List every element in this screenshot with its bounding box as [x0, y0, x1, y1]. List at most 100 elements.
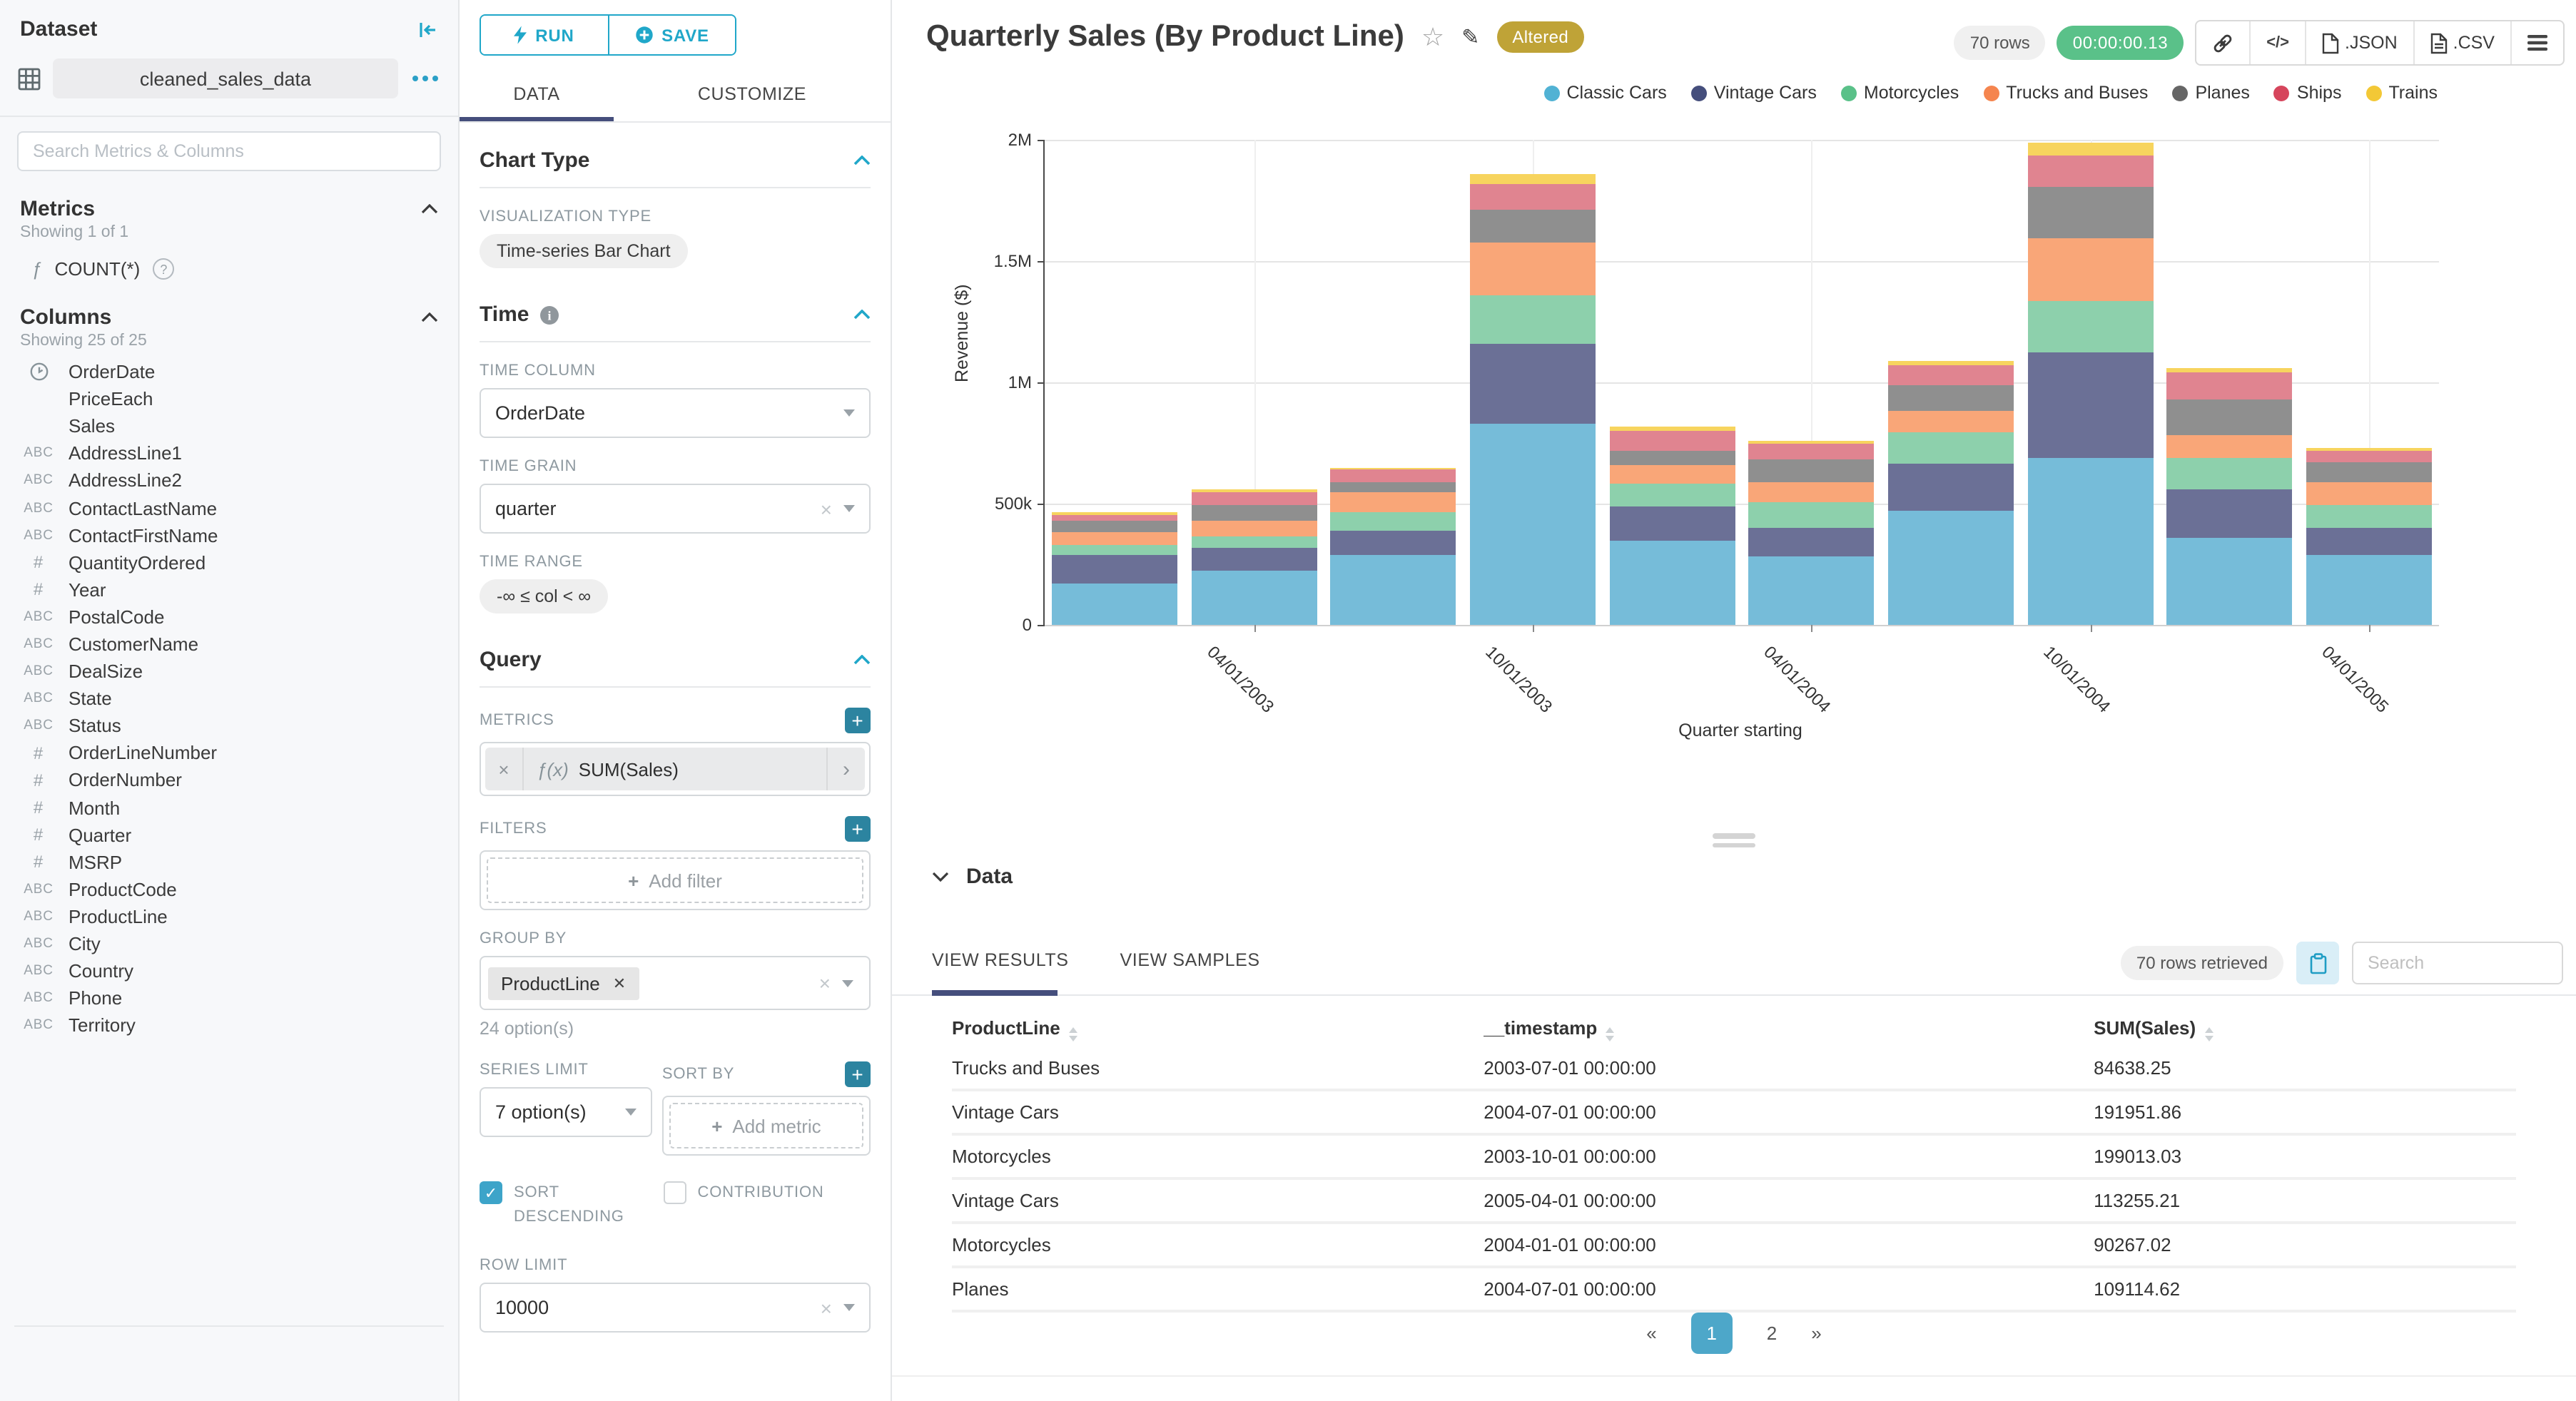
tab-view-samples[interactable]: VIEW SAMPLES	[1120, 950, 1260, 984]
column-list-item[interactable]: ABC Status	[0, 712, 458, 739]
table-row: Vintage Cars 2004-07-01 00:00:00 191951.86	[952, 1091, 2516, 1136]
viz-type-value[interactable]: Time-series Bar Chart	[480, 234, 688, 268]
dataset-name[interactable]: cleaned_sales_data	[53, 58, 398, 98]
clear-icon[interactable]: ×	[821, 497, 832, 520]
pagination-next[interactable]: »	[1811, 1323, 1821, 1344]
row-limit-select[interactable]: 10000 ×	[480, 1283, 871, 1333]
column-header[interactable]: __timestamp	[1484, 1017, 2094, 1041]
chevron-up-icon[interactable]	[421, 312, 438, 322]
chevron-up-icon[interactable]	[853, 156, 871, 165]
chart-legend: Classic Cars Vintage Cars Motorcycles Truck…	[1043, 83, 2438, 103]
column-list-item[interactable]: ABC Country	[0, 957, 458, 984]
metric-chip[interactable]: × ƒ(x) SUM(Sales) ›	[485, 748, 865, 790]
time-range-value[interactable]: -∞ ≤ col < ∞	[480, 579, 609, 613]
column-list-item[interactable]: ABC CustomerName	[0, 631, 458, 658]
column-list-item[interactable]: ABC PostalCode	[0, 603, 458, 631]
column-list-item[interactable]: # Month	[0, 794, 458, 821]
bar-segment	[2027, 301, 2154, 352]
panel-resize-handle[interactable]	[1713, 833, 1755, 847]
sort-descending-checkbox[interactable]: ✓	[480, 1181, 502, 1204]
remove-metric-icon[interactable]: ×	[485, 748, 524, 790]
legend-item[interactable]: Classic Cars	[1543, 83, 1667, 103]
chevron-up-icon[interactable]	[421, 204, 438, 214]
dataset-more-menu[interactable]	[410, 76, 441, 81]
groupby-chip[interactable]: ProductLine ✕	[488, 967, 639, 999]
legend-item[interactable]: Vintage Cars	[1690, 83, 1817, 103]
chevron-right-icon[interactable]: ›	[826, 748, 865, 790]
export-csv-button[interactable]: .CSV	[2413, 21, 2510, 64]
column-list-item[interactable]: # MSRP	[0, 848, 458, 875]
results-search-input[interactable]	[2352, 942, 2563, 984]
column-name: State	[69, 688, 112, 710]
column-list-item[interactable]: ABC State	[0, 685, 458, 712]
column-list-item[interactable]: ABC AddressLine2	[0, 467, 458, 494]
metric-list-item[interactable]: ƒ COUNT(*) ?	[0, 250, 458, 285]
pagination-page-1[interactable]: 1	[1690, 1313, 1733, 1354]
time-column-select[interactable]: OrderDate	[480, 388, 871, 438]
share-link-button[interactable]	[2196, 21, 2249, 64]
column-list-item[interactable]: ABC City	[0, 930, 458, 957]
remove-chip-icon[interactable]: ✕	[613, 974, 626, 992]
chevron-up-icon[interactable]	[853, 310, 871, 320]
add-filter-dropzone[interactable]: + Add filter	[487, 857, 863, 903]
column-list-item[interactable]: Sales	[0, 412, 458, 439]
column-list-item[interactable]: ABC AddressLine1	[0, 440, 458, 467]
tab-data[interactable]: DATA	[460, 76, 614, 121]
column-list-item[interactable]: ABC Phone	[0, 984, 458, 1012]
collapse-sidebar-icon[interactable]	[417, 19, 438, 39]
column-list-item[interactable]: PriceEach	[0, 385, 458, 412]
column-list-item[interactable]: # Year	[0, 576, 458, 603]
column-list-item[interactable]: OrderDate	[0, 358, 458, 385]
more-options-menu[interactable]	[2510, 21, 2563, 64]
chevron-up-icon[interactable]	[853, 655, 871, 665]
copy-to-clipboard-button[interactable]	[2296, 942, 2339, 984]
contribution-checkbox[interactable]	[663, 1181, 686, 1204]
column-name: Phone	[69, 987, 123, 1009]
column-list-item[interactable]: # OrderLineNumber	[0, 740, 458, 767]
numeric-type-icon: #	[33, 579, 44, 600]
chevron-down-icon[interactable]	[932, 872, 949, 882]
add-sort-metric-dropzone[interactable]: + Add metric	[669, 1103, 863, 1148]
column-name: Sales	[69, 415, 116, 437]
run-button[interactable]: RUN	[481, 16, 607, 54]
add-filter-button[interactable]: +	[845, 816, 871, 842]
column-name: Year	[69, 579, 106, 601]
save-button[interactable]: SAVE	[607, 16, 735, 54]
bar-segment	[2027, 156, 2154, 188]
bar-segment	[2027, 457, 2154, 625]
clear-icon[interactable]: ×	[819, 972, 831, 994]
column-header[interactable]: SUM(Sales)	[2094, 1017, 2516, 1041]
legend-item[interactable]: Ships	[2273, 83, 2341, 103]
edit-properties-icon[interactable]: ✎	[1461, 24, 1479, 50]
favorite-star-icon[interactable]: ☆	[1421, 22, 1444, 52]
legend-item[interactable]: Trucks and Buses	[1983, 83, 2148, 103]
legend-item[interactable]: Planes	[2172, 83, 2250, 103]
pagination-prev[interactable]: «	[1646, 1323, 1656, 1344]
column-list-item[interactable]: ABC ContactFirstName	[0, 521, 458, 549]
column-name: QuantityOrdered	[69, 551, 206, 574]
column-list-item[interactable]: ABC DealSize	[0, 658, 458, 685]
bar-segment	[2027, 352, 2154, 458]
legend-item[interactable]: Trains	[2365, 83, 2438, 103]
series-limit-select[interactable]: 7 option(s)	[480, 1087, 652, 1137]
pagination-page-2[interactable]: 2	[1767, 1323, 1777, 1344]
sidebar-search-input[interactable]	[17, 131, 441, 171]
column-list-item[interactable]: ABC ContactLastName	[0, 494, 458, 521]
legend-item[interactable]: Motorcycles	[1840, 83, 1959, 103]
column-list-item[interactable]: # OrderNumber	[0, 767, 458, 794]
tab-view-results[interactable]: VIEW RESULTS	[932, 950, 1069, 984]
column-list-item[interactable]: # Quarter	[0, 821, 458, 848]
table-cell: 199013.03	[2094, 1146, 2182, 1167]
clear-icon[interactable]: ×	[821, 1296, 832, 1319]
column-list-item[interactable]: ABC Territory	[0, 1012, 458, 1039]
export-json-button[interactable]: .JSON	[2305, 21, 2413, 64]
column-list-item[interactable]: ABC ProductLine	[0, 903, 458, 930]
column-list-item[interactable]: # QuantityOrdered	[0, 549, 458, 576]
column-list-item[interactable]: ABC ProductCode	[0, 876, 458, 903]
add-metric-button[interactable]: +	[845, 708, 871, 733]
embed-code-button[interactable]: </>	[2249, 21, 2305, 64]
add-sort-metric-button[interactable]: +	[845, 1061, 871, 1087]
tab-customize[interactable]: CUSTOMIZE	[614, 76, 891, 121]
time-grain-select[interactable]: quarter ×	[480, 484, 871, 534]
column-header[interactable]: ProductLine	[952, 1017, 1484, 1041]
